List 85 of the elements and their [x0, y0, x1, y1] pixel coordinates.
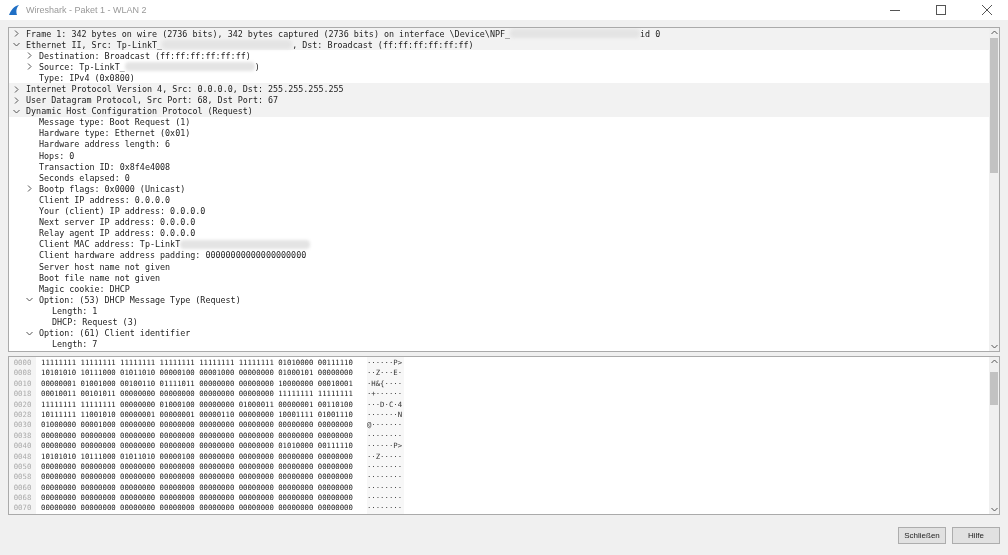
chevron-right-icon[interactable]: [13, 85, 20, 93]
tree-item-text: Message type: Boot Request (1): [39, 117, 191, 128]
tree-item-text: Length: 7: [52, 339, 98, 350]
tree-item[interactable]: Source: Tp-LinkT_ ): [9, 61, 989, 73]
tree-item[interactable]: Frame 1: 342 bytes on wire (2736 bits), 342 bytes captured (2736 bits) on interface \Device\NPF_ id 0: [9, 28, 989, 40]
tree-item[interactable]: Length: 1: [9, 305, 989, 317]
tree-item-text: Transaction ID: 0x8f4e4008: [39, 161, 171, 172]
tree-item-text: Server host name not given: [39, 261, 171, 272]
window-title: Wireshark - Paket 1 - WLAN 2: [26, 5, 147, 15]
tree-item-text: Client IP address: 0.0.0.0: [39, 194, 171, 205]
tree-item[interactable]: User Datagram Protocol, Src Port: 68, Dst Port: 67: [9, 94, 989, 106]
scrollbar-thumb[interactable]: [990, 38, 998, 173]
tree-item-text: Internet Protocol Version 4, Src: 0.0.0.0, Dst: 255.255.255.255: [26, 84, 344, 94]
tree-item[interactable]: Bootp flags: 0x0000 (Unicast): [9, 183, 989, 195]
tree-item[interactable]: Ethernet II, Src: Tp-LinkT_ , Dst: Broadcast (ff:ff:ff:ff:ff:ff): [9, 39, 989, 51]
tree-item-text: Dynamic Host Configuration Protocol (Request): [26, 106, 253, 117]
tree-item[interactable]: Transaction ID: 0x8f4e4008: [9, 161, 989, 173]
tree-item[interactable]: Option: (61) Client identifier: [9, 327, 989, 339]
tree-item[interactable]: Hardware address length: 6: [9, 138, 989, 151]
scroll-up-icon[interactable]: [990, 30, 998, 35]
tree-item-text: User Datagram Protocol, Src Port: 68, Dst Port: 67: [26, 95, 279, 106]
tree-item[interactable]: DHCP: Request (3): [9, 316, 989, 328]
chevron-right-icon[interactable]: [26, 63, 33, 71]
tree-item[interactable]: Option: (53) DHCP Message Type (Request): [9, 294, 989, 306]
tree-item-text: Seconds elapsed: 0: [39, 172, 130, 183]
chevron-right-icon[interactable]: [26, 185, 33, 193]
tree-item-text: Destination: Broadcast (ff:ff:ff:ff:ff:ff): [39, 50, 251, 61]
tree-item[interactable]: Magic cookie: DHCP: [9, 283, 989, 295]
tree-item[interactable]: Boot file name not given: [9, 272, 989, 284]
tree-item-text: Relay agent IP address: 0.0.0.0: [39, 228, 196, 239]
tree-item-text: , Dst: Broadcast (ff:ff:ff:ff:ff:ff): [292, 39, 474, 50]
close-icon[interactable]: [982, 5, 992, 15]
tree-item[interactable]: Type: IPv4 (0x0800): [9, 72, 989, 84]
tree-item-text: id 0: [640, 28, 661, 39]
tree-item[interactable]: Hardware type: Ethernet (0x01): [9, 127, 989, 139]
tree-item-text: Option: (61) Client identifier: [39, 328, 191, 339]
tree-item-text: Magic cookie: DHCP: [39, 283, 130, 294]
scroll-down-icon[interactable]: [990, 344, 998, 349]
chevron-down-icon[interactable]: [13, 41, 20, 49]
tree-item-text: Option: (53) DHCP Message Type (Request): [39, 294, 241, 305]
tree-item-text: Boot file name not given: [39, 272, 160, 283]
tree-item-text: DHCP: Request (3): [52, 317, 138, 327]
chevron-right-icon[interactable]: [13, 96, 20, 104]
scroll-up-icon[interactable]: [990, 359, 998, 364]
chevron-right-icon[interactable]: [13, 30, 20, 38]
tree-item[interactable]: Message type: Boot Request (1): [9, 116, 989, 128]
tree-item-text: Hardware type: Ethernet (0x01): [39, 128, 191, 139]
tree-item-text: Next server IP address: 0.0.0.0: [39, 217, 196, 228]
tree-item-text: Ethernet II, Src: Tp-LinkT_: [26, 39, 163, 50]
scrollbar[interactable]: [989, 357, 999, 514]
help-button[interactable]: Hilfe: [952, 526, 1000, 544]
tree-item-text: Type: IPv4 (0x0800): [39, 72, 135, 83]
tree-item-text: Hops: 0: [39, 150, 75, 161]
chevron-down-icon[interactable]: [26, 296, 33, 304]
tree-item-text: Hardware address length: 6: [39, 139, 171, 150]
scrollbar-thumb[interactable]: [990, 372, 998, 405]
tree-item[interactable]: Internet Protocol Version 4, Src: 0.0.0.0, Dst: 255.255.255.255: [9, 83, 989, 95]
tree-item-text: Length: 1: [52, 305, 98, 316]
tree-item[interactable]: Destination: Broadcast (ff:ff:ff:ff:ff:ff): [9, 50, 989, 62]
tree-item[interactable]: Client MAC address: Tp-LinkT: [9, 238, 989, 250]
tree-item-text: Your (client) IP address: 0.0.0.0: [39, 206, 206, 217]
tree-item-text: Client MAC address: Tp-LinkT: [39, 239, 181, 250]
tree-item[interactable]: Length: 7: [9, 338, 989, 350]
maximize-icon[interactable]: [936, 5, 946, 15]
tree-item[interactable]: Client IP address: 0.0.0.0: [9, 194, 989, 206]
chevron-down-icon[interactable]: [13, 107, 20, 115]
tree-item[interactable]: Next server IP address: 0.0.0.0: [9, 216, 989, 228]
tree-item[interactable]: Your (client) IP address: 0.0.0.0: [9, 205, 989, 217]
tree-item-text: Source: Tp-LinkT_: [39, 61, 125, 72]
chevron-down-icon[interactable]: [26, 329, 33, 337]
tree-item-text: Bootp flags: 0x0000 (Unicast): [39, 183, 186, 194]
chevron-right-icon[interactable]: [26, 52, 33, 60]
tree-item[interactable]: Dynamic Host Configuration Protocol (Request): [9, 105, 989, 117]
scroll-down-icon[interactable]: [990, 507, 998, 512]
close-button[interactable]: Schließen: [898, 526, 946, 544]
tree-item-text: Frame 1: 342 bytes on wire (2736 bits), 342 bytes captured (2736 bits) on interface \Device\NPF_: [26, 28, 511, 39]
tree-item[interactable]: Hops: 0: [9, 150, 989, 162]
tree-item[interactable]: Server host name not given: [9, 260, 989, 273]
tree-item[interactable]: Relay agent IP address: 0.0.0.0: [9, 227, 989, 239]
tree-item-text: ): [254, 61, 260, 72]
tree-item[interactable]: Client hardware address padding: 00000000000000000000: [9, 249, 989, 261]
tree-item[interactable]: Seconds elapsed: 0: [9, 172, 989, 184]
fin-icon: [8, 4, 20, 16]
tree-item-text: Client hardware address padding: 00000000000000000000: [39, 250, 307, 261]
scrollbar[interactable]: [989, 28, 999, 351]
